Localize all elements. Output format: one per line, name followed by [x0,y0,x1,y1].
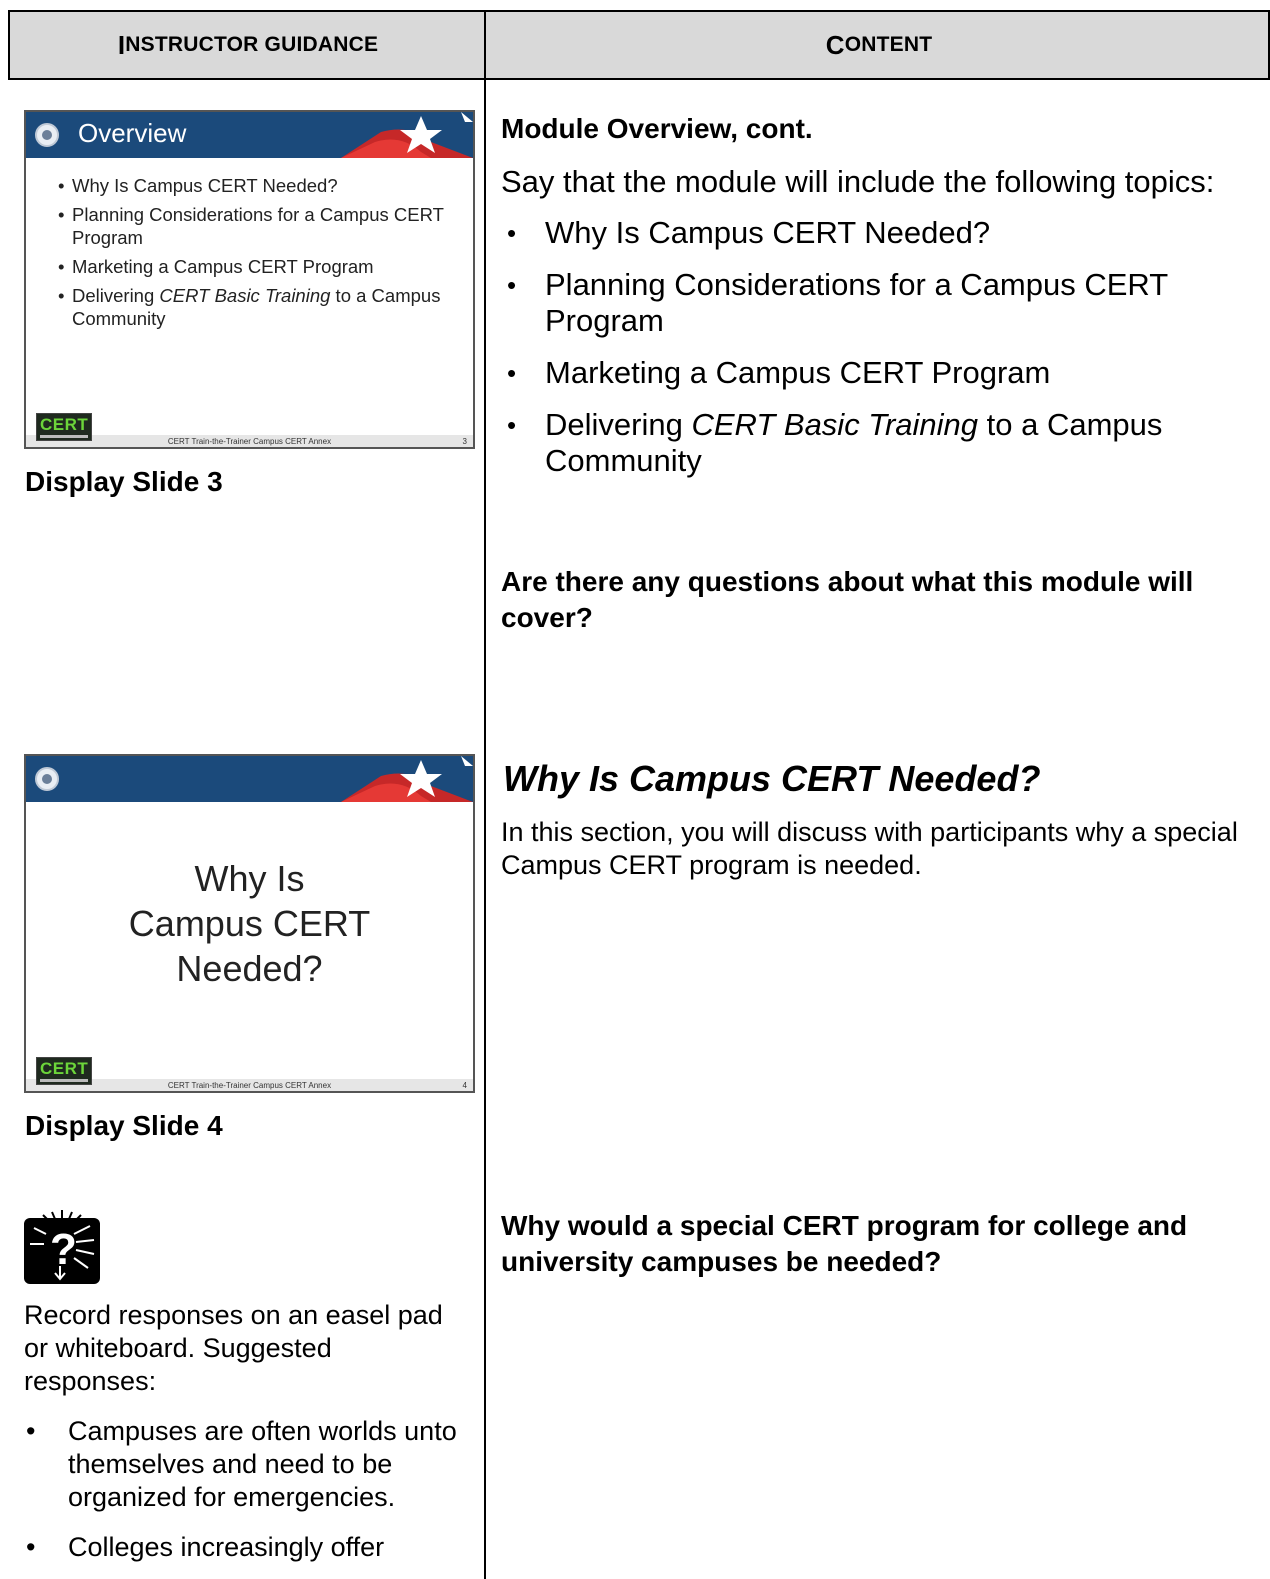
slide-4-title-line: Needed? [176,948,323,989]
slide-4-title-line: Why Is [194,858,305,899]
display-slide-4-label: Display Slide 4 [25,1110,223,1141]
topic-emphasis: CERT Basic Training [691,407,979,442]
slide-number: 4 [462,1081,467,1090]
display-slide-3-label: Display Slide 3 [25,466,223,497]
dhs-seal-icon [35,123,59,147]
header-right-initial: C [825,29,845,60]
section-heading: Why Is Campus CERT Needed? [503,758,1041,799]
slide-4-title-line: Campus CERT [128,903,371,944]
topics-list: Why Is Campus CERT Needed? Planning Cons… [501,215,1241,495]
topic-item: Delivering CERT Basic Training to a Camp… [501,407,1241,479]
instructor-guidance-header: I NSTRUCTOR GUIDANCE [10,12,486,78]
column-divider [484,10,486,1579]
slide-footer-text: CERT Train-the-Trainer Campus CERT Annex [167,1081,332,1090]
question-discussion-icon: ? [24,1210,100,1284]
questions-prompt: Are there any questions about what this … [501,566,1194,633]
dhs-seal-icon [35,767,59,791]
header-left-initial: I [117,29,126,60]
header-left-rest: NSTRUCTOR GUIDANCE [125,33,379,56]
content-header: C ONTENT [488,12,1270,78]
topic-text: Delivering [545,407,692,442]
slide-3-bullets: Why Is Campus CERT Needed? Planning Cons… [58,174,458,336]
slide-bullet: Why Is Campus CERT Needed? [58,174,458,197]
record-responses-text: Record responses on an easel pad or whit… [24,1300,443,1396]
suggested-responses-list: Campuses are often worlds unto themselve… [24,1415,474,1579]
table-header-row: I NSTRUCTOR GUIDANCE C ONTENT [8,10,1270,80]
cert-logo: CERT [36,413,92,441]
topic-item: Why Is Campus CERT Needed? [501,215,1241,251]
slide-bullet: Marketing a Campus CERT Program [58,255,458,278]
topics-intro-text: Say that the module will include the fol… [501,164,1215,199]
cert-logo-text: CERT [40,1059,89,1078]
topic-item: Marketing a Campus CERT Program [501,355,1241,391]
topic-item: Planning Considerations for a Campus CER… [501,267,1241,339]
slide-4-title: Why Is Campus CERT Needed? [26,856,473,991]
svg-text:?: ? [50,1225,77,1274]
response-item: Campuses are often worlds unto themselve… [24,1415,474,1514]
cert-logo-text: CERT [40,415,89,434]
cert-logo: CERT [36,1057,92,1085]
response-item: Colleges increasingly offer [24,1531,474,1564]
slide-bullet-emphasis: CERT Basic Training [159,285,331,306]
document-page: INSTRUCTOR GUIDANCE CONTENT Overview Why… [0,0,1270,1579]
slide-3-title: Overview [78,118,187,148]
slide-bullet-text: Delivering [72,285,160,306]
slide-number: 3 [462,437,467,446]
flag-icon [341,756,473,802]
discussion-question: Why would a special CERT program for col… [501,1210,1188,1277]
slide-bullet: Delivering CERT Basic Training to a Camp… [58,284,458,330]
slide-bullet: Planning Considerations for a Campus CER… [58,203,458,249]
section-intro-text: In this section, you will discuss with p… [501,817,1238,880]
flag-icon [341,112,473,158]
module-overview-heading: Module Overview, cont. [501,113,813,144]
slide-3-thumbnail: Overview Why Is Campus CERT Needed? Plan… [24,110,475,449]
slide-4-thumbnail: Why Is Campus CERT Needed? CERT Train-th… [24,754,475,1093]
header-right-rest: ONTENT [844,33,933,56]
slide-footer-text: CERT Train-the-Trainer Campus CERT Annex [167,437,332,446]
